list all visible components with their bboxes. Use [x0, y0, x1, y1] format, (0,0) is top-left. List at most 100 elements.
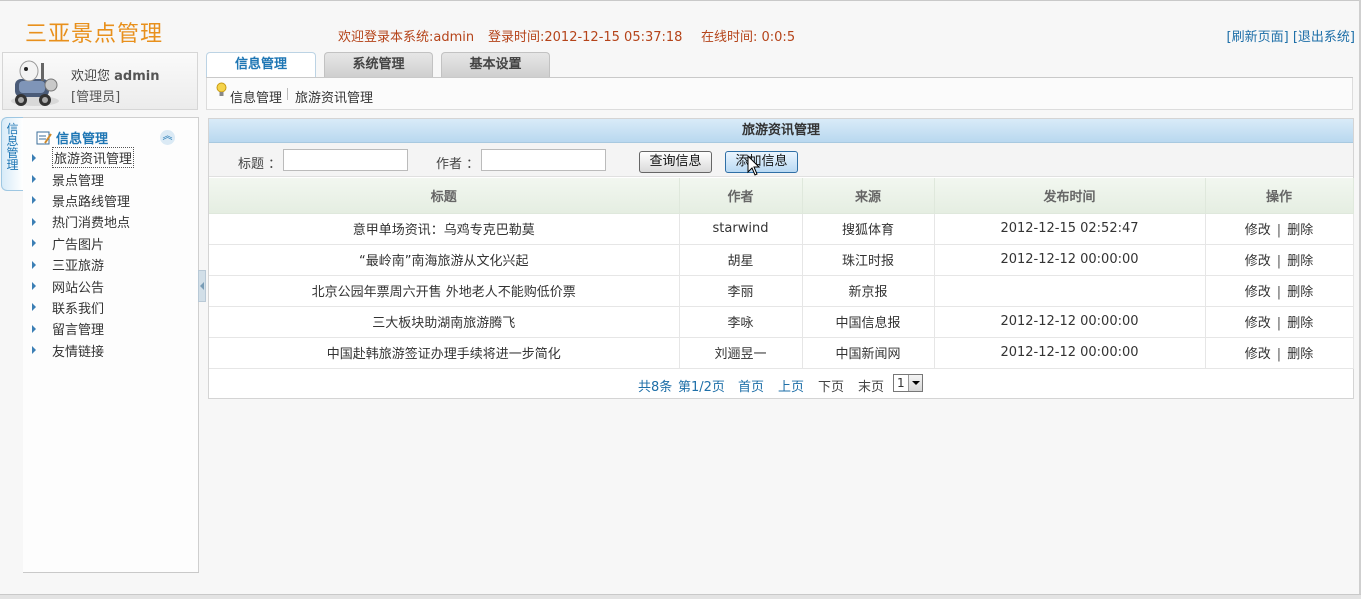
refresh-page-link[interactable]: [刷新页面]	[1227, 30, 1289, 45]
sidebar-vertical-tab[interactable]: 信 息 管 理	[1, 117, 23, 191]
action-separator: |	[1276, 316, 1282, 331]
cell-actions: 修改 | 删除	[1205, 213, 1354, 245]
table-row: 三大板块助湖南旅游腾飞 李咏 中国信息报 2012-12-12 00:00:00…	[209, 306, 1354, 338]
sidebar-item-contact[interactable]: 联系我们	[30, 297, 134, 318]
arrow-right-icon	[32, 239, 36, 248]
column-header-source[interactable]: 来源	[801, 178, 935, 214]
pager-prev[interactable]: 上页	[778, 376, 804, 395]
cell-title: “最岭南”南海旅游从文化兴起	[209, 244, 680, 276]
sidebar-item-routes[interactable]: 景点路线管理	[30, 190, 134, 211]
sidebar-item-label: 友情链接	[52, 344, 105, 360]
column-header-title[interactable]: 标题	[209, 178, 680, 214]
edit-link[interactable]: 修改	[1245, 285, 1271, 300]
delete-link[interactable]: 删除	[1287, 285, 1313, 300]
pager-next[interactable]: 下页	[818, 376, 844, 395]
table-header-row: 标题 作者 来源 发布时间 操作	[209, 178, 1354, 214]
cell-time	[934, 275, 1206, 307]
edit-link[interactable]: 修改	[1245, 223, 1271, 238]
lightbulb-icon	[216, 82, 227, 96]
cell-source: 中国信息报	[802, 306, 935, 338]
arrow-right-icon	[32, 324, 36, 333]
cell-source: 珠江时报	[802, 244, 935, 276]
dropdown-arrow-icon[interactable]	[908, 375, 922, 391]
pager-page-info: 第1/2页	[678, 380, 725, 395]
user-role: [管理员]	[71, 90, 121, 105]
sidebar-collapse-handle[interactable]	[198, 270, 206, 302]
sidebar-item-label: 联系我们	[52, 301, 105, 317]
tab-info-management[interactable]: 信息管理	[206, 52, 316, 78]
pager-total: 共8条	[638, 380, 673, 395]
user-panel: 欢迎您 admin [管理员]	[2, 52, 198, 110]
page-select[interactable]: 1	[893, 374, 923, 392]
search-bar: 标题 ： 作者 ： 查询信息 添加信息	[209, 143, 1353, 177]
cell-time: 2012-12-15 02:52:47	[934, 213, 1206, 245]
cell-author: 胡星	[679, 244, 803, 276]
sidebar-item-label: 留言管理	[52, 323, 105, 339]
delete-link[interactable]: 删除	[1287, 223, 1313, 238]
cell-author: 刘逦昱一	[679, 337, 803, 369]
sidebar-item-ad-images[interactable]: 广告图片	[30, 233, 134, 254]
arrow-right-icon	[32, 217, 36, 226]
app-root: 三亚景点管理 欢迎登录本系统:admin 登录时间:2012-12-15 05:…	[0, 0, 1361, 599]
breadcrumb-separator	[287, 88, 288, 100]
cell-actions: 修改 | 删除	[1205, 275, 1354, 307]
delete-link[interactable]: 删除	[1287, 347, 1313, 362]
avatar	[11, 60, 59, 106]
edit-link[interactable]: 修改	[1245, 254, 1271, 269]
arrow-right-icon	[32, 153, 36, 162]
sidebar-group-title[interactable]: 信息管理	[36, 128, 108, 147]
table-row: “最岭南”南海旅游从文化兴起 胡星 珠江时报 2012-12-12 00:00:…	[209, 244, 1354, 276]
sidebar-item-travel-news[interactable]: 旅游资讯管理	[30, 147, 135, 169]
breadcrumb-item-2[interactable]: 旅游资讯管理	[295, 87, 373, 106]
sidebar-divider	[23, 572, 199, 573]
query-button[interactable]: 查询信息	[639, 151, 712, 173]
arrow-right-icon	[32, 260, 36, 269]
breadcrumb-item-1[interactable]: 信息管理	[230, 87, 282, 106]
sidebar-item-links[interactable]: 友情链接	[30, 340, 134, 361]
table-row: 意甲单场资讯：乌鸡专克巴勒莫 starwind 搜狐体育 2012-12-15 …	[209, 213, 1354, 245]
sidebar-menu: 旅游资讯管理 景点管理 景点路线管理 热门消费地点 广告图片 三亚旅游 网站公告…	[30, 147, 135, 361]
cell-time: 2012-12-12 00:00:00	[934, 306, 1206, 338]
delete-link[interactable]: 删除	[1287, 316, 1313, 331]
user-greeting: 欢迎您	[71, 69, 111, 84]
header-links: [刷新页面] [退出系统]	[1227, 26, 1355, 45]
tab-system-management[interactable]: 系统管理	[324, 52, 433, 77]
online-time: 在线时间: 0:0:5	[701, 30, 796, 45]
add-button[interactable]: 添加信息	[725, 151, 798, 173]
welcome-text: 欢迎登录本系统:admin	[338, 30, 475, 45]
cell-source: 搜狐体育	[802, 213, 935, 245]
horizontal-scrollbar[interactable]	[0, 594, 1361, 599]
title-label: 标题 ：	[238, 157, 282, 172]
sidebar-item-label: 景点管理	[52, 173, 105, 189]
cell-time: 2012-12-12 00:00:00	[934, 337, 1206, 369]
sidebar-item-sanya-travel[interactable]: 三亚旅游	[30, 254, 134, 275]
delete-link[interactable]: 删除	[1287, 254, 1313, 269]
sidebar-item-announcements[interactable]: 网站公告	[30, 275, 134, 296]
content-panel: 旅游资讯管理 标题 ： 作者 ： 查询信息 添加信息 标题 作者 来源 发布时间…	[208, 118, 1354, 399]
arrow-right-icon	[32, 175, 36, 184]
column-header-time[interactable]: 发布时间	[933, 178, 1206, 214]
title-search-input[interactable]	[283, 149, 408, 171]
cell-title: 北京公园年票周六开售 外地老人不能购低价票	[209, 275, 680, 307]
column-header-author[interactable]: 作者	[678, 178, 803, 214]
edit-link[interactable]: 修改	[1245, 316, 1271, 331]
cell-author: starwind	[679, 213, 803, 245]
pager-first[interactable]: 首页	[738, 376, 764, 395]
pager-last[interactable]: 末页	[858, 376, 884, 395]
sidebar-item-label: 热门消费地点	[52, 216, 131, 232]
tab-basic-settings[interactable]: 基本设置	[441, 52, 550, 77]
logout-link[interactable]: [退出系统]	[1293, 30, 1355, 45]
edit-link[interactable]: 修改	[1245, 347, 1271, 362]
arrow-right-icon	[32, 303, 36, 312]
sidebar-item-label: 旅游资讯管理	[52, 147, 135, 169]
author-search-input[interactable]	[481, 149, 606, 171]
page-select-value: 1	[897, 376, 905, 390]
login-time: 登录时间:2012-12-15 05:37:18	[488, 30, 683, 45]
sidebar-item-messages[interactable]: 留言管理	[30, 318, 134, 339]
cell-source: 新京报	[802, 275, 935, 307]
table-row: 北京公园年票周六开售 外地老人不能购低价票 李丽 新京报 修改 | 删除	[209, 275, 1354, 307]
sidebar-item-scenic-spots[interactable]: 景点管理	[30, 168, 134, 189]
sidebar-item-hot-spots[interactable]: 热门消费地点	[30, 211, 134, 232]
collapse-up-icon[interactable]: ︽	[160, 130, 175, 145]
cell-actions: 修改 | 删除	[1205, 244, 1354, 276]
